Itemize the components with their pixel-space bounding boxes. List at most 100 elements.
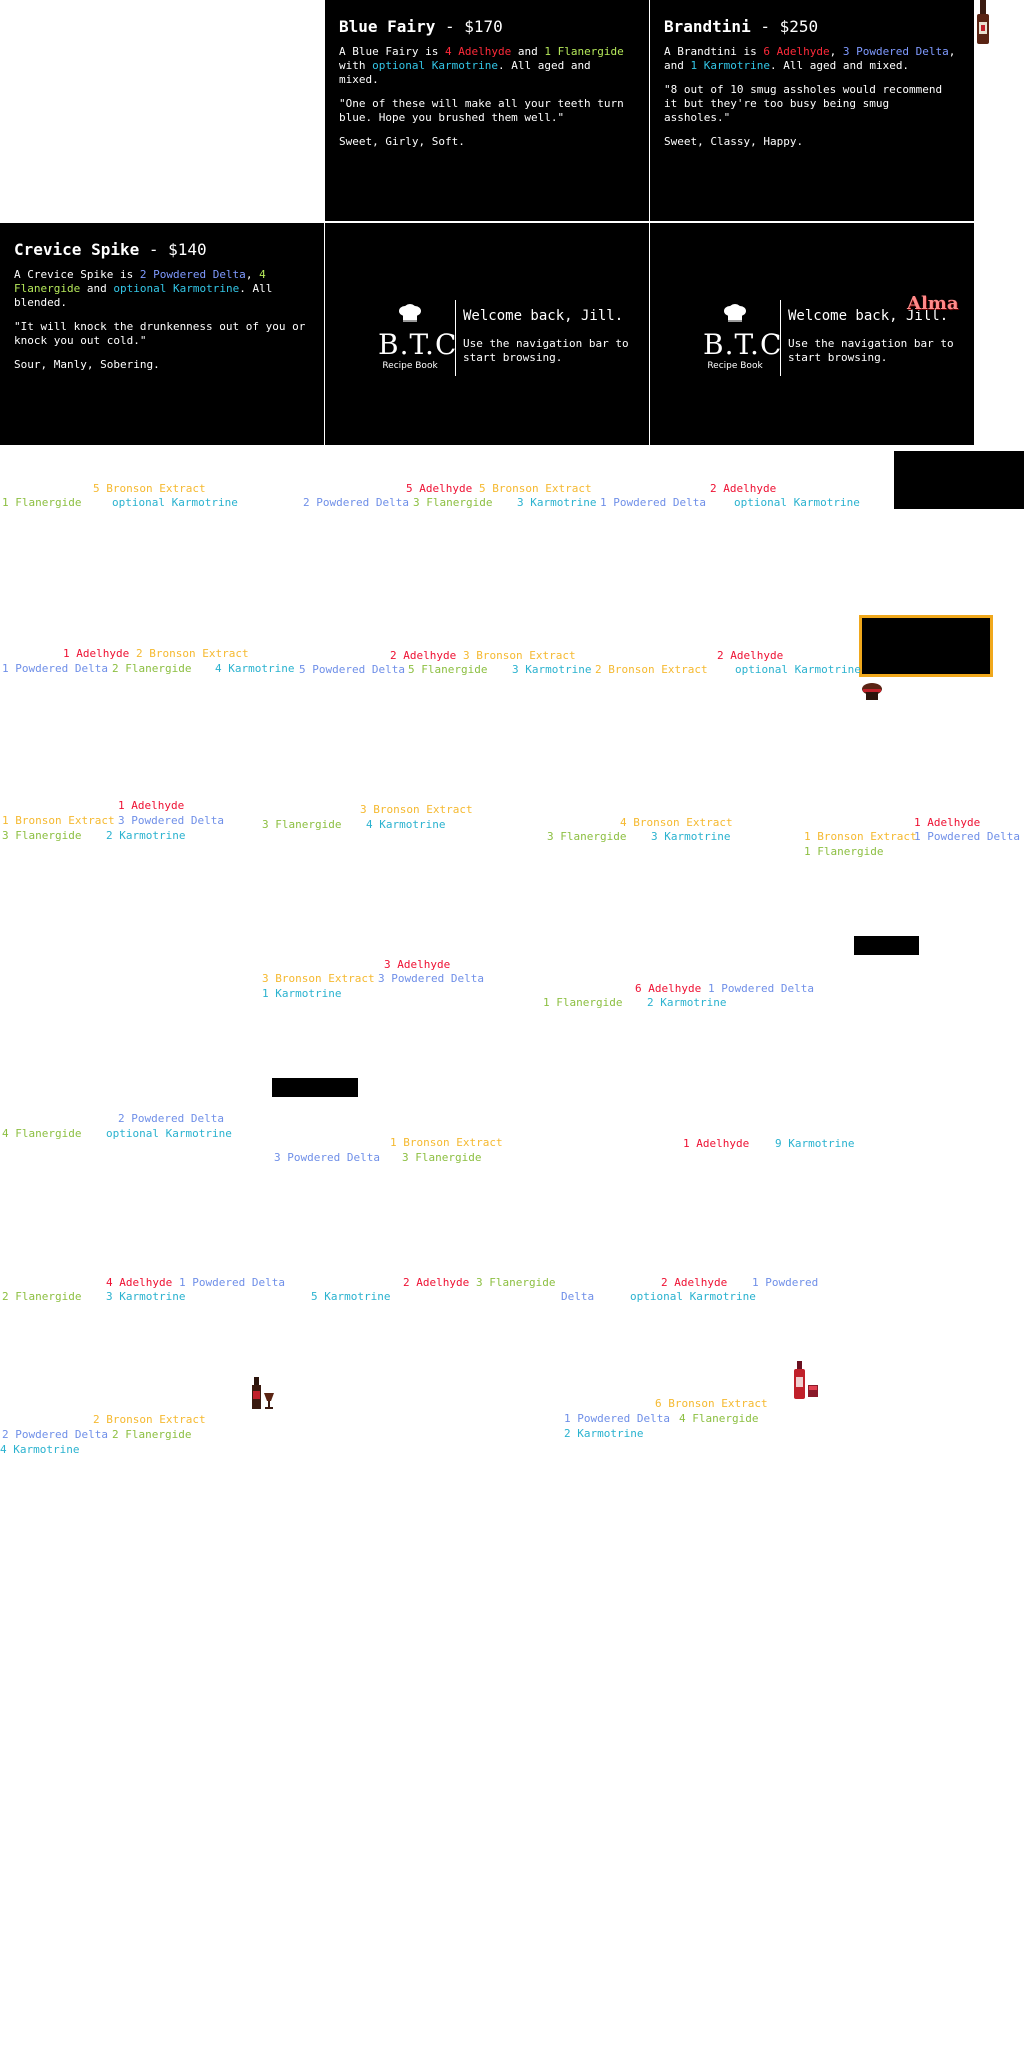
ingredient-label: 1 Karmotrine <box>262 987 342 1000</box>
drink-quote: "8 out of 10 smug assholes would recomme… <box>664 83 943 124</box>
recipe-text: A Crevice Spike is <box>14 268 140 281</box>
divider <box>780 300 781 376</box>
ingredient-label: 1 Powdered Delta <box>179 1276 285 1289</box>
ingredient-label: 1 Adelhyde <box>683 1137 750 1150</box>
drink-separator: - <box>148 240 159 259</box>
ingredient-label: 3 Flanergide <box>476 1276 556 1289</box>
ingredient-label: 3 Karmotrine <box>512 663 592 676</box>
ingredient-label: 1 Bronson Extract <box>804 830 917 843</box>
ingredient-label: 2 Karmotrine <box>647 996 727 1009</box>
ingredient-label: 5 Powdered Delta <box>299 663 405 676</box>
highlighted-block[interactable] <box>859 615 993 677</box>
welcome-title: Welcome back, Jill. <box>463 308 624 324</box>
ingredient-label: 1 Adelhyde <box>914 816 981 829</box>
chef-hat-icon <box>862 683 882 700</box>
ingredient-label: 2 Adelhyde <box>717 649 784 662</box>
bottle-and-glass-icon <box>252 1377 274 1409</box>
logo-text: B.T.C <box>703 328 783 361</box>
ingredient-adelhyde: 6 Adelhyde <box>763 45 830 58</box>
ingredient-label: 3 Bronson Extract <box>463 649 576 662</box>
chef-hat-icon <box>724 304 746 322</box>
ingredient-label: 2 Adelhyde <box>403 1276 470 1289</box>
recipe-description: A Blue Fairy is 4 Adelhyde and 1 Flanerg… <box>339 45 635 87</box>
ingredient-powdered-delta: 2 Powdered Delta <box>139 268 246 281</box>
black-block <box>854 936 919 955</box>
ingredient-label: 3 Powdered Delta <box>118 814 224 827</box>
ingredient-label: 1 Flanergide <box>2 496 82 509</box>
ingredient-label: 2 Powdered Delta <box>2 1428 108 1441</box>
ingredient-label: 5 Bronson Extract <box>479 482 592 495</box>
ingredient-label: 9 Karmotrine <box>775 1137 855 1150</box>
recipe-description: A Brandtini is 6 Adelhyde, 3 Powdered De… <box>664 45 960 73</box>
ingredient-label: 2 Bronson Extract <box>93 1413 206 1426</box>
ingredient-label: 1 Flanergide <box>543 996 623 1009</box>
ingredient-label: 1 Powdered Delta <box>2 662 108 675</box>
ingredient-label: 4 Flanergide <box>2 1127 82 1140</box>
ingredient-label: 6 Adelhyde <box>635 982 702 995</box>
ingredient-label: 5 Karmotrine <box>311 1290 391 1303</box>
drink-quote: "It will knock the drunkenness out of yo… <box>14 320 306 347</box>
character-name-overlay: Alma <box>907 293 959 314</box>
drink-price: $170 <box>464 17 503 36</box>
ingredient-label: 1 Adelhyde <box>63 647 130 660</box>
drink-flavor: Sour, Manly, Sobering. <box>14 358 160 371</box>
logo-subtitle: Recipe Book <box>707 361 763 371</box>
recipe-text: , <box>245 268 260 281</box>
ingredient-label: 3 Flanergide <box>402 1151 482 1164</box>
black-block <box>894 451 1024 509</box>
recipe-card-brandtini[interactable]: Brandtini - $250 A Brandtini is 6 Adelhy… <box>650 0 974 221</box>
ingredient-label: 2 Flanergide <box>112 1428 192 1441</box>
ingredient-label: 4 Karmotrine <box>0 1443 80 1456</box>
ingredient-label: 2 Powdered Delta <box>303 496 409 509</box>
ingredient-label: 3 Bronson Extract <box>360 803 473 816</box>
recipe-description: A Crevice Spike is 2 Powdered Delta, 4 F… <box>14 268 310 310</box>
ingredient-label: 5 Bronson Extract <box>93 482 206 495</box>
recipe-card-crevice-spike[interactable]: Crevice Spike - $140 A Crevice Spike is … <box>0 223 324 445</box>
recipe-text: . All aged and mixed. <box>769 59 910 72</box>
ingredient-label: 1 Powdered Delta <box>914 830 1020 843</box>
recipe-text: A Brandtini is <box>664 45 764 58</box>
recipe-text: and <box>511 45 545 58</box>
card-title: Crevice Spike - $140 <box>14 240 310 260</box>
ingredient-flanergide: 1 Flanergide <box>544 45 624 58</box>
ingredient-karmotrine: 1 Karmotrine <box>690 59 770 72</box>
card-title: Blue Fairy - $170 <box>339 17 635 37</box>
drink-name: Brandtini <box>664 17 751 36</box>
drink-separator: - <box>444 17 455 36</box>
ingredient-karmotrine: optional Karmotrine <box>113 282 240 295</box>
ingredient-label: optional Karmotrine <box>734 496 860 509</box>
bottle-and-glass-icon <box>794 1361 818 1399</box>
card-title: Brandtini - $250 <box>664 17 960 37</box>
drink-flavor: Sweet, Classy, Happy. <box>664 135 804 148</box>
ingredient-label: 1 Powdered Delta <box>600 496 706 509</box>
recipe-text: , <box>829 45 843 58</box>
ingredient-label: 4 Bronson Extract <box>620 816 733 829</box>
welcome-body: Use the navigation bar to start browsing… <box>788 337 954 364</box>
welcome-panel: B.T.C Recipe Book Welcome back, Jill. Us… <box>325 223 649 445</box>
drink-separator: - <box>760 17 770 36</box>
ingredient-label: 3 Flanergide <box>262 818 342 831</box>
ingredient-label: 4 Karmotrine <box>366 818 446 831</box>
ingredient-label: optional Karmotrine <box>735 663 861 676</box>
logo-text: B.T.C <box>378 328 458 361</box>
ingredient-label: 5 Adelhyde <box>406 482 473 495</box>
ingredient-label: 3 Karmotrine <box>651 830 731 843</box>
ingredient-label: 1 Powdered <box>752 1276 819 1289</box>
ingredient-label: 2 Bronson Extract <box>136 647 249 660</box>
ingredient-label: 3 Powdered Delta <box>378 972 484 985</box>
drink-price: $250 <box>779 17 819 36</box>
ingredient-adelhyde: 4 Adelhyde <box>444 45 512 58</box>
ingredient-label: 3 Karmotrine <box>517 496 597 509</box>
ingredient-label: 2 Karmotrine <box>564 1427 644 1440</box>
ingredient-label: 4 Karmotrine <box>215 662 295 675</box>
ingredient-karmotrine: optional Karmotrine <box>372 59 498 72</box>
ingredient-label: 2 Bronson Extract <box>595 663 708 676</box>
divider <box>455 300 456 376</box>
logo-subtitle: Recipe Book <box>382 361 438 371</box>
welcome-body: Use the navigation bar to start browsing… <box>463 337 629 364</box>
recipe-card-blue-fairy[interactable]: Blue Fairy - $170 A Blue Fairy is 4 Adel… <box>325 0 649 221</box>
ingredient-label: 2 Adelhyde <box>661 1276 728 1289</box>
recipe-text: with <box>339 59 373 72</box>
recipe-text: A Blue Fairy is <box>339 45 445 58</box>
ingredient-label: 3 Bronson Extract <box>262 972 375 985</box>
